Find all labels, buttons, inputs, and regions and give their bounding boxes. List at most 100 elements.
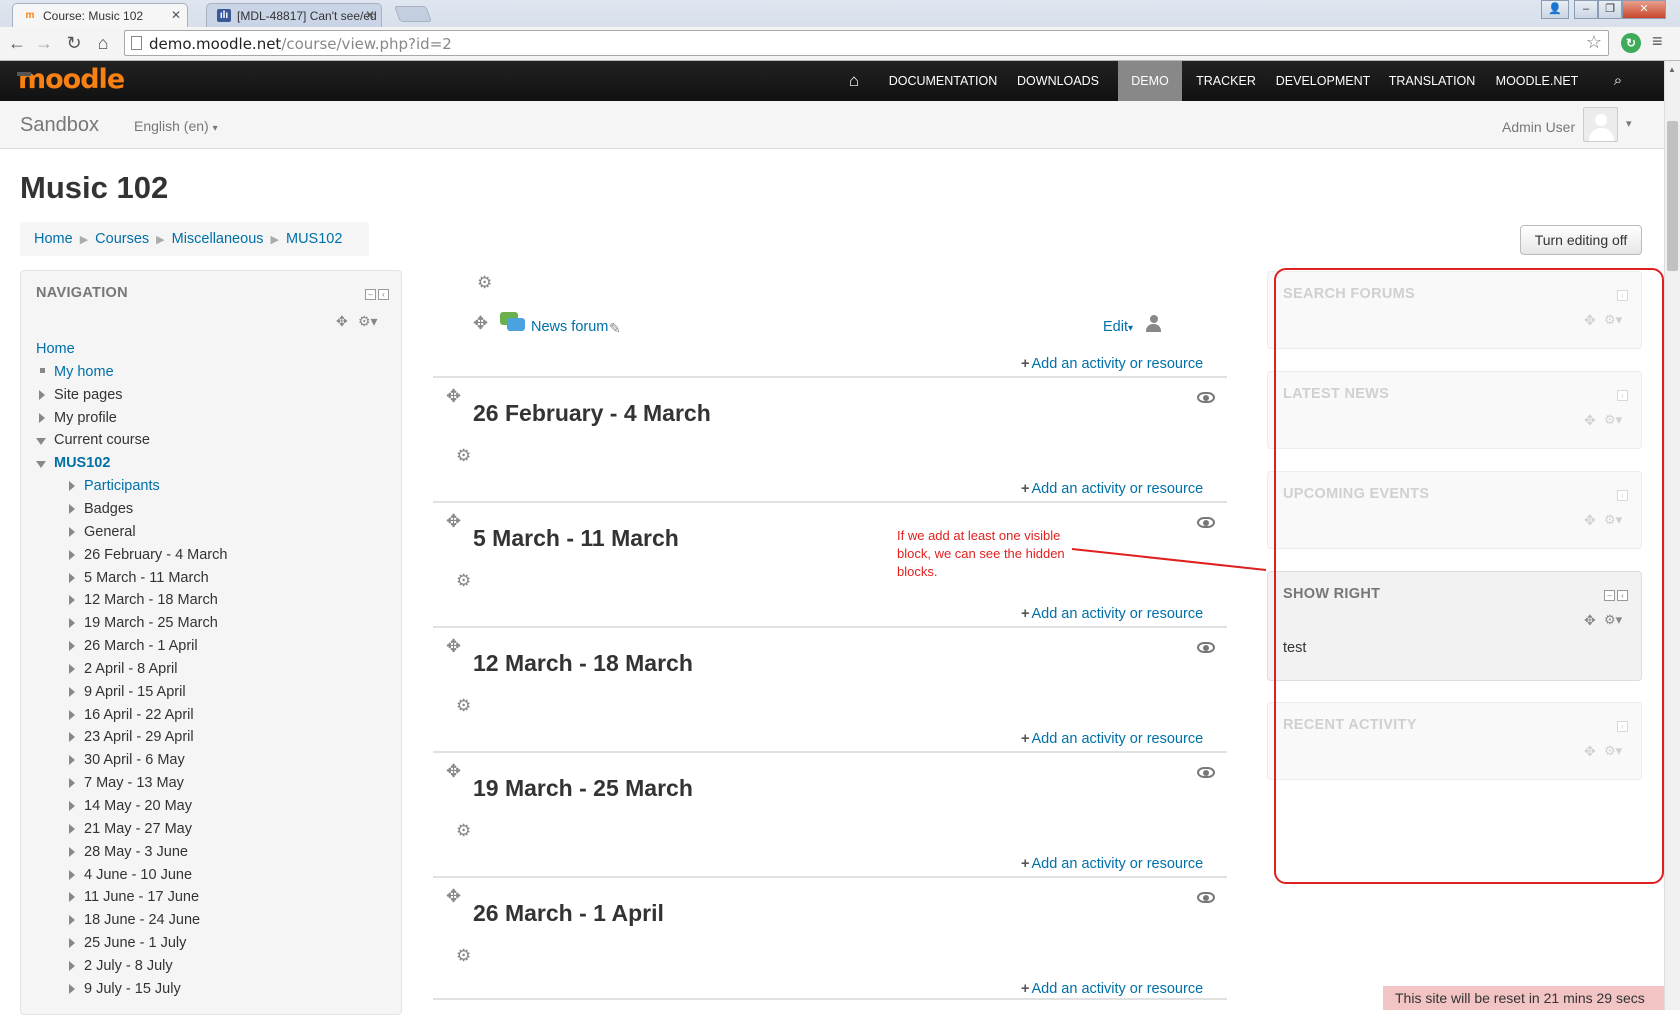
nav-tree-item[interactable]: 19 March - 25 March <box>69 615 218 631</box>
move-icon[interactable]: ✥ <box>446 386 461 407</box>
bullet-icon[interactable] <box>40 367 45 373</box>
nav-development[interactable]: DEVELOPMENT <box>1272 61 1374 101</box>
collapsed-arrow-icon[interactable] <box>69 983 75 994</box>
nav-moodle-net[interactable]: MOODLE.NET <box>1490 61 1584 101</box>
breadcrumb-courses[interactable]: Courses <box>95 231 149 247</box>
move-icon[interactable]: ✥ <box>446 511 461 532</box>
chevron-down-icon[interactable]: ▾ <box>1626 117 1632 130</box>
move-icon[interactable]: ✥ <box>473 313 488 334</box>
nav-tree-item[interactable]: 2 April - 8 April <box>69 661 178 677</box>
cog-icon[interactable]: ⚙ <box>456 696 471 716</box>
breadcrumb-home[interactable]: Home <box>34 231 73 247</box>
search-icon[interactable]: ⌕ <box>1600 61 1636 101</box>
user-name[interactable]: Admin User <box>1502 119 1575 135</box>
collapsed-arrow-icon[interactable] <box>69 572 75 583</box>
nav-demo[interactable]: DEMO <box>1118 61 1182 101</box>
nav-tracker[interactable]: TRACKER <box>1190 61 1262 101</box>
cog-icon[interactable]: ⚙ <box>456 821 471 841</box>
collapsed-arrow-icon[interactable] <box>69 549 75 560</box>
collapsed-arrow-icon[interactable] <box>69 595 75 606</box>
nav-tree-item[interactable]: Participants <box>69 478 160 494</box>
language-menu[interactable]: English (en) ▾ <box>134 118 218 134</box>
nav-tree-item[interactable]: 26 March - 1 April <box>69 638 198 654</box>
window-close-icon[interactable]: ✕ <box>1622 0 1666 19</box>
nav-tree-item[interactable]: 12 March - 18 March <box>69 592 218 608</box>
nav-documentation[interactable]: DOCUMENTATION <box>886 61 1000 101</box>
minimize-block-icon[interactable]: – <box>365 289 376 300</box>
eye-icon[interactable] <box>1197 392 1215 403</box>
nav-tree-item[interactable]: 18 June - 24 June <box>69 912 200 928</box>
add-activity-link[interactable]: + Add an activity or resource <box>1021 481 1203 497</box>
expanded-arrow-icon[interactable] <box>36 461 46 469</box>
collapsed-arrow-icon[interactable] <box>69 503 75 514</box>
nav-tree-item[interactable]: 9 July - 15 July <box>69 981 181 997</box>
nav-tree-item[interactable]: General <box>69 524 136 540</box>
bookmark-star-icon[interactable]: ☆ <box>1586 32 1602 53</box>
cog-icon[interactable]: ⚙ <box>477 273 492 293</box>
address-bar[interactable]: demo.moodle.net/course/view.php?id=2 ☆ <box>124 30 1609 56</box>
move-icon[interactable]: ✥ <box>446 636 461 657</box>
nav-tree-item[interactable]: 7 May - 13 May <box>69 775 184 791</box>
collapsed-arrow-icon[interactable] <box>69 960 75 971</box>
collapsed-arrow-icon[interactable] <box>69 938 75 949</box>
nav-tree-item[interactable]: Home <box>36 341 75 357</box>
add-activity-link[interactable]: + Add an activity or resource <box>1021 981 1203 997</box>
scroll-up-icon[interactable]: ▲ <box>1668 65 1676 74</box>
collapsed-arrow-icon[interactable] <box>39 412 45 423</box>
eye-icon[interactable] <box>1197 892 1215 903</box>
nav-tree-item[interactable]: 25 June - 1 July <box>69 935 186 951</box>
browser-tab-active[interactable]: m Course: Music 102 ✕ <box>12 3 188 27</box>
nav-tree-item[interactable]: 28 May - 3 June <box>69 844 188 860</box>
avatar[interactable] <box>1583 107 1618 142</box>
collapsed-arrow-icon[interactable] <box>69 778 75 789</box>
close-tab-icon[interactable]: ✕ <box>365 8 375 22</box>
nav-tree-item[interactable]: 16 April - 22 April <box>69 707 194 723</box>
collapsed-arrow-icon[interactable] <box>69 846 75 857</box>
cog-icon[interactable]: ⚙▾ <box>358 313 378 330</box>
moodle-logo[interactable]: moodle <box>17 64 125 95</box>
nav-tree-item[interactable]: 21 May - 27 May <box>69 821 192 837</box>
browser-tab-inactive[interactable]: ılı [MDL-48817] Can't see/ed ✕ <box>206 3 382 27</box>
nav-tree-item[interactable]: 14 May - 20 May <box>69 798 192 814</box>
nav-tree-item[interactable]: 30 April - 6 May <box>69 752 185 768</box>
collapsed-arrow-icon[interactable] <box>69 618 75 629</box>
page-scrollbar[interactable]: ▲ <box>1664 61 1680 1010</box>
forward-arrow-icon[interactable]: → <box>33 32 55 54</box>
nav-tree-item[interactable]: Current course <box>36 432 150 448</box>
add-activity-link[interactable]: + Add an activity or resource <box>1021 856 1203 872</box>
collapsed-arrow-icon[interactable] <box>69 755 75 766</box>
nav-tree-item[interactable]: My profile <box>39 410 117 426</box>
collapsed-arrow-icon[interactable] <box>69 823 75 834</box>
back-arrow-icon[interactable]: ← <box>6 32 28 54</box>
nav-tree-item[interactable]: 9 April - 15 April <box>69 684 186 700</box>
collapsed-arrow-icon[interactable] <box>69 892 75 903</box>
collapsed-arrow-icon[interactable] <box>69 869 75 880</box>
nav-home-icon[interactable]: ⌂ <box>836 61 872 101</box>
nav-tree-item[interactable]: 2 July - 8 July <box>69 958 173 974</box>
edit-pencil-icon[interactable]: ✎ <box>609 320 621 337</box>
nav-tree-item[interactable]: MUS102 <box>36 455 110 471</box>
close-tab-icon[interactable]: ✕ <box>171 8 181 22</box>
news-forum-link[interactable]: News forum <box>531 319 608 335</box>
collapsed-arrow-icon[interactable] <box>69 801 75 811</box>
move-icon[interactable]: ✥ <box>336 313 348 330</box>
collapsed-arrow-icon[interactable] <box>69 709 75 720</box>
collapsed-arrow-icon[interactable] <box>69 526 75 537</box>
move-icon[interactable]: ✥ <box>446 886 461 907</box>
move-icon[interactable]: ✥ <box>446 761 461 782</box>
cog-icon[interactable]: ⚙ <box>456 446 471 466</box>
collapsed-arrow-icon[interactable] <box>69 641 75 652</box>
breadcrumb-miscellaneous[interactable]: Miscellaneous <box>172 231 264 247</box>
nav-tree-item[interactable]: 4 June - 10 June <box>69 867 192 883</box>
home-icon[interactable]: ⌂ <box>92 32 114 54</box>
browser-menu-icon[interactable]: ≡ <box>1652 31 1663 52</box>
collapsed-arrow-icon[interactable] <box>69 915 75 926</box>
site-name[interactable]: Sandbox <box>20 114 99 137</box>
edit-menu[interactable]: Edit▾ <box>1103 319 1133 335</box>
nav-downloads[interactable]: DOWNLOADS <box>1014 61 1102 101</box>
add-activity-link[interactable]: + Add an activity or resource <box>1021 606 1203 622</box>
dock-block-icon[interactable]: ‹ <box>378 289 389 300</box>
collapsed-arrow-icon[interactable] <box>39 389 45 400</box>
collapsed-arrow-icon[interactable] <box>69 732 75 743</box>
collapsed-arrow-icon[interactable] <box>69 481 75 492</box>
